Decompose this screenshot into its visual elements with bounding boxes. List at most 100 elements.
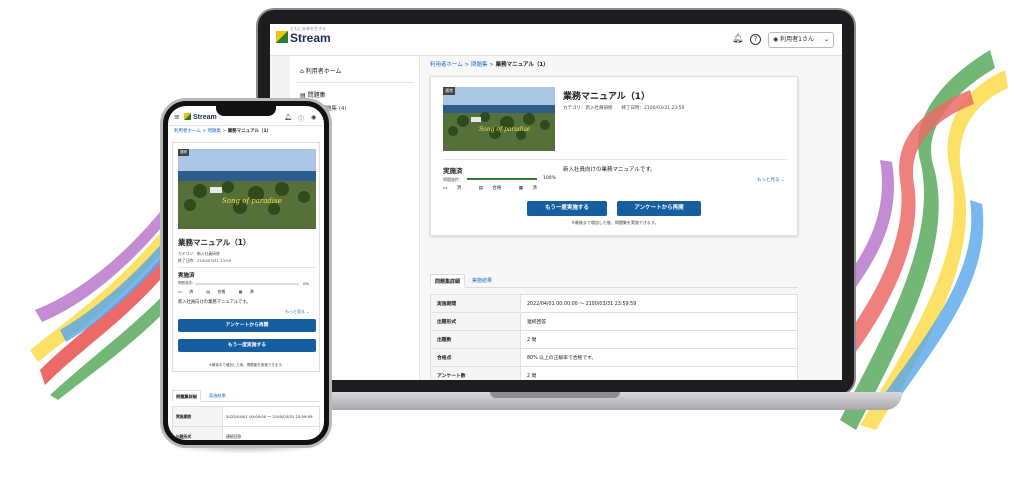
progress-label: 問題進捗：	[178, 281, 196, 285]
row-value: 2 問	[520, 366, 798, 380]
table-row: 合格点 80% 以上の正解率で合格です。	[430, 348, 798, 367]
logo-text: Stream	[193, 114, 217, 121]
main-content: 利用者ホーム > 問題集 > 業務マニュアル（1） 通常 Song of par…	[420, 56, 842, 380]
legend-pass: ▤ 合格	[479, 186, 510, 191]
menu-icon[interactable]: ≡	[174, 113, 180, 121]
cover-image: Song of paradise	[443, 87, 555, 151]
card-end-date: 終了日時：2100/03/31 23:59	[178, 258, 232, 263]
phone-notch	[216, 106, 276, 116]
legend-submit: ▦ 済	[239, 289, 260, 294]
app-logo[interactable]: Stream	[184, 113, 217, 121]
home-icon: ⌂	[300, 68, 304, 75]
breadcrumb-bank[interactable]: 問題集	[208, 129, 222, 134]
book-icon: ▤	[206, 289, 211, 294]
row-value: 連続回答	[520, 312, 798, 331]
status-badge: 通常	[443, 87, 455, 95]
detail-tabs: 問題集詳細 実施結果	[430, 274, 798, 288]
card-description: 新入社員向けの業務マニュアルです。	[178, 300, 251, 305]
breadcrumb: 利用者ホーム > 問題集 > 業務マニュアル（1）	[430, 60, 549, 68]
progress-label: 問題進捗：	[443, 177, 463, 182]
legend-pass: ▤ 合格	[206, 289, 231, 294]
progress-value: 0%	[303, 281, 310, 286]
question-bank-card: 通常 Song of paradise 業務マニュアル（1） カテゴリ：新入社員…	[172, 142, 320, 372]
table-row: 実施期間 2022/04/01 00:00:00 ～ 2100/03/31 23:…	[172, 406, 320, 427]
detail-tabs: 問題集詳細 実施結果	[172, 390, 320, 402]
more-link[interactable]: もっと見る ⌄	[285, 309, 310, 315]
tab-details[interactable]: 問題集詳細	[430, 274, 466, 288]
survey-icon: ▦	[518, 186, 524, 191]
progress-value: 100%	[543, 176, 556, 181]
table-row: アンケート数 2 問	[430, 366, 798, 380]
more-link[interactable]: もっと見る ⌄	[757, 177, 785, 183]
breadcrumb-home[interactable]: 利用者ホーム	[174, 129, 201, 134]
question-bank-card: 通常 Song of paradise 業務マニュアル（1） カテゴリ：新入社員…	[430, 76, 798, 236]
row-value: 80% 以上の正解率で合格です。	[520, 348, 798, 367]
row-key: 実施期間	[430, 294, 521, 313]
row-key: 合格点	[430, 348, 521, 367]
logo-text: Stream	[290, 31, 331, 45]
chevron-down-icon: ⌄	[823, 36, 829, 43]
phone-screen: ≡ Stream 🔔︎ ⓘ ◉ 利用者ホーム > 問題集 > 業務マニュアル（1…	[168, 106, 324, 440]
legend-pass-label: 合格	[217, 289, 226, 294]
legend-done-label: 済	[189, 289, 194, 294]
legend-done-label: 済	[456, 186, 462, 191]
help-icon[interactable]: ?	[750, 34, 761, 45]
help-icon[interactable]: ⓘ	[298, 114, 304, 123]
table-row: 出題形式 連続回答	[172, 426, 320, 440]
user-avatar-icon[interactable]: ◉	[311, 114, 316, 121]
retry-button[interactable]: もう一度実施する	[178, 339, 316, 352]
table-row: 出題数 2 問	[430, 330, 798, 349]
legend-pass-label: 合格	[492, 186, 502, 191]
row-value: 2022/04/01 00:00:00 ～ 2100/03/31 23:59:5…	[520, 294, 798, 313]
result-legend: ▭ 済 ▤ 合格 ▦ 済	[443, 185, 553, 191]
user-menu-button[interactable]: ◉ 利用者1さん ⌄	[768, 32, 834, 48]
tab-details[interactable]: 問題集詳細	[172, 390, 201, 402]
row-value: 2022/04/01 00:00:00 ～ 2100/03/31 23:59:5…	[222, 406, 320, 427]
app-header: ともに未来を生きる Stream 🔔︎ ? ◉ 利用者1さん ⌄	[270, 24, 842, 56]
sidebar-item-home[interactable]: ⌂ 利用者ホーム	[300, 66, 342, 75]
progress-bar	[195, 283, 299, 285]
user-name: 利用者1さん	[780, 36, 814, 43]
legend-done: ▭ 済	[178, 289, 199, 294]
completion-status: 実施済	[178, 273, 195, 279]
progress-bar	[467, 178, 537, 180]
survey-icon: ▦	[238, 289, 243, 294]
row-key: 実施期間	[172, 406, 223, 427]
breadcrumb-current: 業務マニュアル（1）	[227, 129, 272, 134]
tab-results[interactable]: 実施結果	[468, 274, 496, 288]
breadcrumb-separator: >	[464, 62, 470, 68]
book-icon: ▤	[478, 186, 483, 191]
logo-mark-icon	[184, 113, 191, 120]
details-table: 実施期間 2022/04/01 00:00:00 ～ 2100/03/31 23:…	[172, 406, 320, 440]
breadcrumb-home[interactable]: 利用者ホーム	[430, 62, 463, 68]
completion-status: 実施済	[443, 167, 463, 175]
laptop-screen: ともに未来を生きる Stream 🔔︎ ? ◉ 利用者1さん ⌄ ⌂ 利用者ホー…	[270, 24, 842, 380]
app-logo[interactable]: Stream	[276, 31, 331, 45]
table-row: 実施期間 2022/04/01 00:00:00 ～ 2100/03/31 23:…	[430, 294, 798, 313]
breadcrumb-separator: >	[202, 129, 207, 134]
legend-submit-label: 済	[249, 289, 254, 294]
card-meta: カテゴリ：新入社員研修 終了日時：2100/03/31 23:59	[563, 106, 685, 111]
monitor-icon: ▭	[178, 289, 182, 294]
monitor-icon: ▭	[443, 186, 448, 191]
page-title: 業務マニュアル（1）	[178, 238, 251, 247]
legend-submit-label: 済	[532, 186, 537, 191]
breadcrumb-bank[interactable]: 問題集	[471, 62, 488, 68]
resume-survey-button[interactable]: アンケートから再開	[617, 201, 701, 216]
result-legend: ▭ 済 ▤ 合格 ▦ 済	[178, 289, 266, 295]
bell-icon[interactable]: 🔔︎	[732, 34, 743, 45]
progress-fill	[467, 178, 537, 180]
row-key: アンケート数	[430, 366, 521, 380]
breadcrumb-separator: >	[222, 129, 227, 134]
bell-icon[interactable]: 🔔︎	[284, 114, 292, 121]
card-divider	[443, 159, 787, 160]
legend-submit: ▦ 済	[519, 186, 545, 191]
resume-survey-button[interactable]: アンケートから再開	[178, 319, 316, 332]
legend-done: ▭ 済	[443, 186, 469, 191]
cover-image: Song of paradise	[178, 149, 316, 229]
card-description: 新入社員向けの業務マニュアルです。	[563, 167, 656, 173]
tab-results[interactable]: 実施結果	[206, 390, 229, 402]
row-key: 出題形式	[172, 426, 223, 440]
logo-mark-icon	[276, 31, 288, 43]
retry-button[interactable]: もう一度実施する	[527, 201, 607, 216]
